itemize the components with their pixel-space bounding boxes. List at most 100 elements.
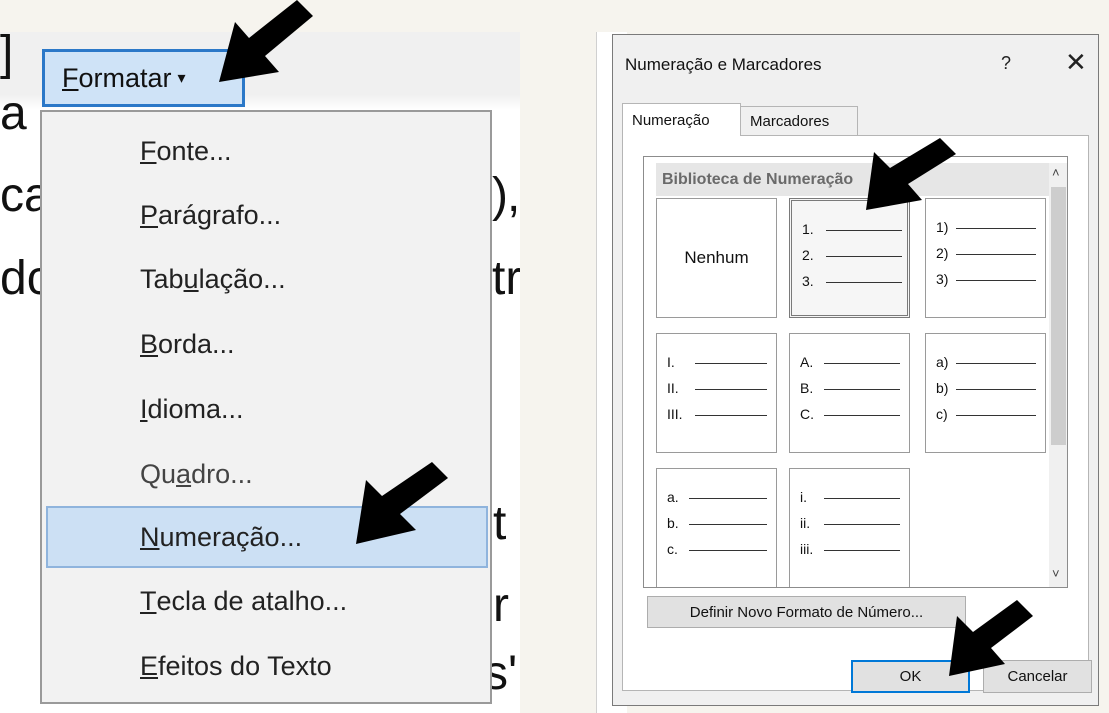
tile-line-label: a. bbox=[667, 489, 679, 505]
menu-item-idioma[interactable]: Idioma... bbox=[42, 378, 490, 440]
tile-rule bbox=[956, 415, 1036, 416]
tile-line: i. bbox=[800, 489, 900, 509]
menu-item-text: Tab bbox=[140, 263, 184, 294]
tile-rule bbox=[824, 415, 900, 416]
menu-item-tecla-de-atalho[interactable]: Tecla de atalho... bbox=[42, 570, 490, 632]
tile-line: a) bbox=[936, 354, 1036, 374]
menu-item-accel: F bbox=[140, 135, 157, 166]
tab-marcadores[interactable]: Marcadores bbox=[740, 106, 858, 136]
tile-rule bbox=[824, 524, 900, 525]
format-tile-none[interactable]: Nenhum bbox=[656, 198, 777, 318]
document-text-fragment: r bbox=[493, 579, 509, 632]
gallery-scrollbar[interactable]: ˄ ˅ bbox=[1049, 163, 1067, 587]
tile-line-label: a) bbox=[936, 354, 949, 370]
tile-line-label: 2) bbox=[936, 245, 949, 261]
tile-line: I. bbox=[667, 354, 767, 374]
chevron-down-icon[interactable]: ˅ bbox=[1052, 566, 1060, 581]
document-text-fragment: a bbox=[0, 87, 27, 140]
menu-item-accel: T bbox=[140, 585, 157, 616]
menu-item-text: umeração... bbox=[159, 521, 303, 552]
tile-line: 3) bbox=[936, 271, 1036, 291]
menu-item-tabulacao[interactable]: Tab u lação... bbox=[42, 248, 490, 310]
format-tile-1-dot[interactable]: 1. 2. 3. bbox=[789, 198, 910, 318]
tile-line-label: II. bbox=[667, 380, 679, 396]
tile-rule bbox=[689, 498, 767, 499]
menu-item-text: Qu bbox=[140, 458, 177, 489]
tile-line-label: A. bbox=[800, 354, 814, 370]
tile-line: c. bbox=[667, 541, 767, 561]
tile-rule bbox=[695, 389, 767, 390]
menu-item-text: feitos do Texto bbox=[158, 650, 332, 681]
tile-rule bbox=[956, 363, 1036, 364]
tile-line-label: III. bbox=[667, 406, 683, 422]
menu-item-text: arágrafo... bbox=[158, 199, 282, 230]
menu-item-accel: E bbox=[140, 650, 159, 681]
scrollbar-thumb[interactable] bbox=[1051, 187, 1066, 445]
menu-item-text: dioma... bbox=[147, 393, 244, 424]
format-tile-alpha-upper[interactable]: A. B. C. bbox=[789, 333, 910, 453]
pointer-arrow-icon bbox=[866, 138, 956, 210]
format-none-label: Nenhum bbox=[684, 248, 749, 267]
menu-item-text: lação... bbox=[198, 263, 286, 294]
tile-line: 2. bbox=[802, 247, 902, 267]
menu-item-borda[interactable]: Borda... bbox=[42, 313, 490, 375]
tile-line: B. bbox=[800, 380, 900, 400]
tile-line-label: I. bbox=[667, 354, 675, 370]
menu-item-fonte[interactable]: Fonte... bbox=[42, 120, 490, 182]
format-tile-roman-upper[interactable]: I. II. III. bbox=[656, 333, 777, 453]
tile-line: c) bbox=[936, 406, 1036, 426]
menu-item-accel: P bbox=[140, 199, 159, 230]
menu-item-paragrafo[interactable]: Parágrafo... bbox=[42, 184, 490, 246]
tile-rule bbox=[956, 280, 1036, 281]
tile-rule bbox=[826, 282, 902, 283]
tile-line: C. bbox=[800, 406, 900, 426]
menu-item-text: onte... bbox=[156, 135, 232, 166]
menu-item-text: ecla de atalho... bbox=[156, 585, 348, 616]
tile-rule bbox=[826, 230, 902, 231]
format-tile-alpha-lower-paren[interactable]: a) b) c) bbox=[925, 333, 1046, 453]
tile-line: b) bbox=[936, 380, 1036, 400]
tile-line-label: 1. bbox=[802, 221, 814, 237]
chevron-up-icon[interactable]: ˄ bbox=[1052, 165, 1060, 180]
tile-rule bbox=[689, 524, 767, 525]
tile-line: a. bbox=[667, 489, 767, 509]
close-icon[interactable]: ✕ bbox=[1065, 47, 1087, 78]
tile-rule bbox=[956, 228, 1036, 229]
pointer-arrow-icon bbox=[219, 0, 313, 82]
menu-item-efeitos-do-texto[interactable]: Efeitos do Texto bbox=[42, 635, 490, 697]
tab-numeracao[interactable]: Numeração bbox=[622, 103, 741, 136]
document-text-fragment: ] bbox=[0, 32, 14, 80]
document-text-fragment: , bbox=[507, 169, 520, 222]
define-new-number-format-button[interactable]: Definir Novo Formato de Número... bbox=[647, 596, 966, 628]
format-tile-alpha-lower-dot[interactable]: a. b. c. bbox=[656, 468, 777, 587]
menu-item-accel: B bbox=[140, 328, 159, 359]
tile-line-label: b) bbox=[936, 380, 949, 396]
tile-line-label: iii. bbox=[800, 541, 814, 557]
tile-rule bbox=[824, 498, 900, 499]
menu-item-text: orda... bbox=[158, 328, 235, 359]
menu-item-accel: I bbox=[140, 393, 148, 424]
tile-line-label: 3) bbox=[936, 271, 949, 287]
chevron-down-icon: ▾ bbox=[177, 70, 186, 87]
menu-item-accel: u bbox=[183, 263, 199, 294]
format-dropdown-menu: Fonte... Parágrafo... Tab u lação... Borda… bbox=[40, 110, 492, 704]
format-tile-1-paren[interactable]: 1) 2) 3) bbox=[925, 198, 1046, 318]
tile-line-label: c. bbox=[667, 541, 678, 557]
tile-line: ii. bbox=[800, 515, 900, 535]
dialog-title: Numeração e Marcadores bbox=[625, 55, 822, 74]
format-tile-roman-lower[interactable]: i. ii. iii. bbox=[789, 468, 910, 587]
tile-line-label: ii. bbox=[800, 515, 811, 531]
gallery-header: Biblioteca de Numeração bbox=[656, 163, 1049, 196]
tile-rule bbox=[689, 550, 767, 551]
tile-line-label: C. bbox=[800, 406, 814, 422]
help-icon[interactable]: ? bbox=[1001, 53, 1011, 74]
tile-line: 2) bbox=[936, 245, 1036, 265]
tile-line-label: 2. bbox=[802, 247, 814, 263]
tile-rule bbox=[826, 256, 902, 257]
tile-line: 1. bbox=[802, 221, 902, 241]
tile-line-label: c) bbox=[936, 406, 948, 422]
pointer-arrow-icon bbox=[356, 462, 448, 544]
menu-item-accel: a bbox=[176, 458, 192, 489]
tile-line: A. bbox=[800, 354, 900, 374]
tile-line-label: 3. bbox=[802, 273, 814, 289]
